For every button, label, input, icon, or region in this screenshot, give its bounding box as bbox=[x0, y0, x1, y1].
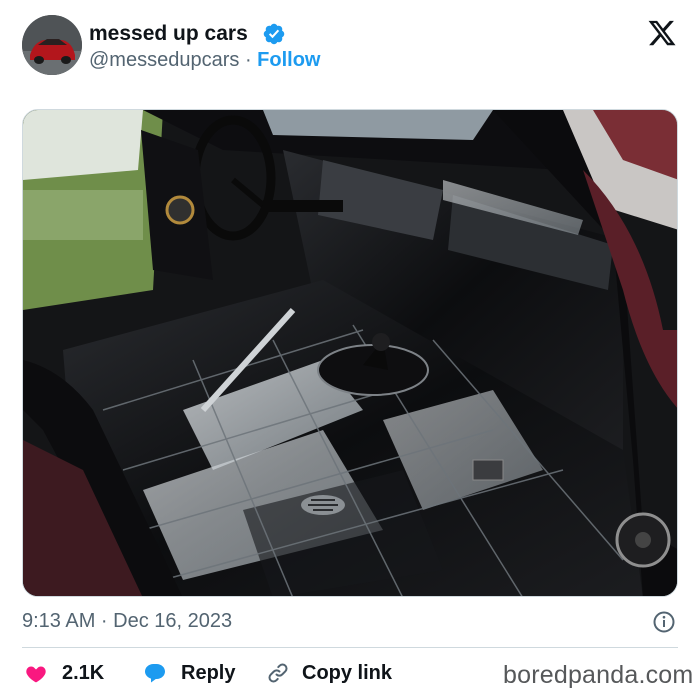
reply-label: Reply bbox=[181, 662, 236, 684]
tweet-card: messed up cars @messedupcars · Follow 9:… bbox=[0, 0, 700, 700]
like-button[interactable]: 2.1K bbox=[24, 658, 104, 688]
heart-icon bbox=[26, 666, 46, 683]
x-logo-icon[interactable] bbox=[646, 18, 678, 48]
handle[interactable]: @messedupcars bbox=[89, 49, 239, 71]
reply-button[interactable]: Reply bbox=[143, 658, 235, 688]
copy-link-button[interactable]: Copy link bbox=[266, 658, 392, 688]
separator: · bbox=[244, 49, 252, 71]
verified-badge-icon bbox=[263, 23, 285, 45]
tweet-timestamp[interactable]: 9:13 AM · Dec 16, 2023 bbox=[22, 609, 232, 633]
avatar[interactable] bbox=[22, 15, 82, 75]
copy-link-label: Copy link bbox=[302, 662, 393, 684]
tweet-photo[interactable] bbox=[22, 109, 678, 597]
like-count: 2.1K bbox=[62, 662, 105, 684]
info-icon[interactable] bbox=[652, 610, 676, 634]
link-icon bbox=[268, 663, 288, 683]
divider bbox=[22, 647, 678, 648]
handle-row: @messedupcars · Follow bbox=[89, 47, 321, 73]
display-name[interactable]: messed up cars bbox=[89, 20, 248, 48]
watermark: boredpanda.com bbox=[503, 661, 694, 689]
follow-button[interactable]: Follow bbox=[257, 49, 320, 71]
reply-bubble-icon bbox=[145, 664, 165, 683]
